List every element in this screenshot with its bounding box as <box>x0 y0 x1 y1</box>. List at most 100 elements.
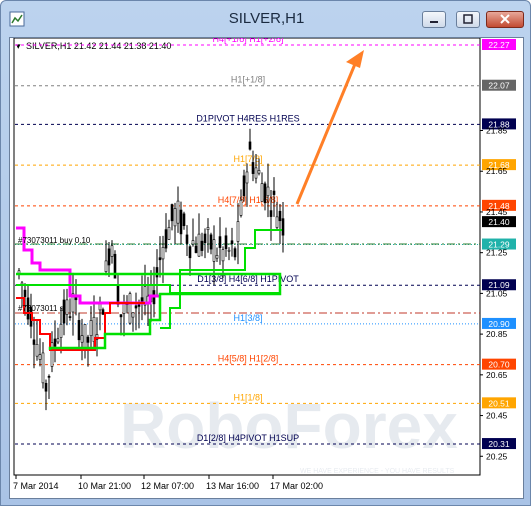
candle-body <box>167 227 171 240</box>
candle-body <box>23 289 27 297</box>
minimize-icon <box>430 21 438 23</box>
chart-menu-glyph[interactable]: ▾ <box>16 41 21 51</box>
level-label: H1[+1/8] <box>231 75 265 85</box>
candle-body <box>110 245 114 257</box>
candle-body <box>227 249 231 252</box>
candle-body <box>38 354 42 360</box>
candle-body <box>164 229 168 249</box>
candle-body <box>119 314 123 318</box>
candle-body <box>230 240 234 245</box>
candle-body <box>266 186 270 197</box>
candle-body <box>257 170 261 174</box>
candle-body <box>65 299 69 315</box>
title-bar[interactable]: SILVER,H1 <box>1 1 531 37</box>
candle-body <box>74 297 78 301</box>
candle-body <box>278 210 282 222</box>
time-tick-label: 7 Mar 2014 <box>13 481 59 491</box>
price-tick-label: 20.45 <box>486 411 508 421</box>
candle-body <box>56 338 60 343</box>
candle-body <box>59 323 63 338</box>
level-price-text: 22.27 <box>488 40 510 50</box>
candle-body <box>209 234 213 250</box>
candle-body <box>221 249 225 262</box>
candle-body <box>242 175 246 197</box>
candle-body <box>68 316 72 318</box>
level-label: D1[3/8] H4[6/8] H1PIVOT <box>197 274 299 284</box>
candle-body <box>170 204 174 222</box>
candle-body <box>218 236 222 248</box>
candle-body <box>182 213 186 227</box>
chart-area[interactable]: RoboForex WE HAVE EXPERIENCE - YOU HAVE … <box>9 34 524 499</box>
forecast-arrow <box>295 50 364 205</box>
chart-window: SILVER,H1 RoboForex WE HAVE EXPERIENCE -… <box>0 0 531 506</box>
candle-body <box>77 320 81 341</box>
candle-body <box>41 352 45 384</box>
candle-body <box>134 305 138 309</box>
candle-body <box>275 216 279 228</box>
price-tick-label: 20.25 <box>486 451 508 461</box>
candle-body <box>239 199 243 216</box>
candle-body <box>89 320 93 337</box>
level-price-text: 20.70 <box>488 360 510 370</box>
minimize-button[interactable] <box>422 11 446 28</box>
price-tick-label: 20.65 <box>486 370 508 380</box>
current-price-text: 21.40 <box>488 217 510 227</box>
level-price-text: 20.51 <box>488 398 510 408</box>
window-title: SILVER,H1 <box>228 10 305 27</box>
candle-body <box>197 233 201 257</box>
buy-order-label[interactable]: #73073011 buy 0.10 <box>18 236 91 245</box>
close-button[interactable] <box>486 11 524 28</box>
candle-body <box>281 218 285 236</box>
price-tick-label: 20.85 <box>486 329 508 339</box>
level-label: D1[2/8] H4PIVOT H1SUP <box>197 433 299 443</box>
indicator-lines <box>16 226 282 351</box>
candle-body <box>251 162 255 174</box>
candle-body <box>128 293 132 324</box>
candle-body <box>53 338 57 347</box>
level-price-text: 22.07 <box>488 81 510 91</box>
candle-body <box>272 190 276 195</box>
candle-body <box>155 267 159 278</box>
level-price-text: 20.31 <box>488 439 510 449</box>
time-tick-label: 10 Mar 21:00 <box>78 481 131 491</box>
price-tick-label: 21.65 <box>486 166 508 176</box>
maximize-button[interactable] <box>456 11 480 28</box>
candle-body <box>260 183 264 202</box>
candle-body <box>179 209 183 235</box>
time-tick-label: 13 Mar 16:00 <box>206 481 259 491</box>
chart-header-quote: SILVER,H1 21.42 21.44 21.38 21.40 <box>26 41 171 51</box>
level-label: H4[+1/8] H1[+2/8] <box>212 38 283 44</box>
price-chart[interactable]: RoboForex WE HAVE EXPERIENCE - YOU HAVE … <box>10 34 523 498</box>
candle-body <box>101 309 105 315</box>
candle-body <box>86 336 90 343</box>
candle-body <box>47 376 51 378</box>
candle-body <box>185 234 189 244</box>
sl-order-label[interactable]: #73073011 s <box>18 304 64 313</box>
candle-body <box>263 183 267 204</box>
price-tick-label: 21.85 <box>486 126 508 136</box>
level-label: H4[5/8] H1[2/8] <box>218 354 279 364</box>
candle-body <box>32 339 36 345</box>
candle-body <box>131 312 135 318</box>
candle-body <box>161 246 165 260</box>
candle-body <box>158 257 162 261</box>
time-axis: 7 Mar 2014 10 Mar 21:00 12 Mar 07:00 13 Mar… <box>13 475 323 491</box>
level-label: H1[1/8] <box>233 392 262 402</box>
candle-body <box>122 302 126 314</box>
candle-body <box>224 235 228 249</box>
time-tick-label: 17 Mar 02:00 <box>270 481 323 491</box>
candle-body <box>173 208 177 227</box>
candle-body <box>35 344 39 357</box>
candle-body <box>203 233 207 244</box>
candle-body <box>254 167 258 179</box>
price-tick-label: 21.25 <box>486 248 508 258</box>
candle-body <box>248 141 252 150</box>
level-label: H4[7/8] H1[6/8] <box>218 195 279 205</box>
candle-body <box>200 240 204 251</box>
candle-body <box>104 260 108 272</box>
svg-text:RoboForex: RoboForex <box>120 390 458 462</box>
level-label: H1[7/8] <box>233 154 262 164</box>
candle-body <box>212 239 216 262</box>
candle-body <box>176 200 180 224</box>
time-tick-label: 12 Mar 07:00 <box>141 481 194 491</box>
